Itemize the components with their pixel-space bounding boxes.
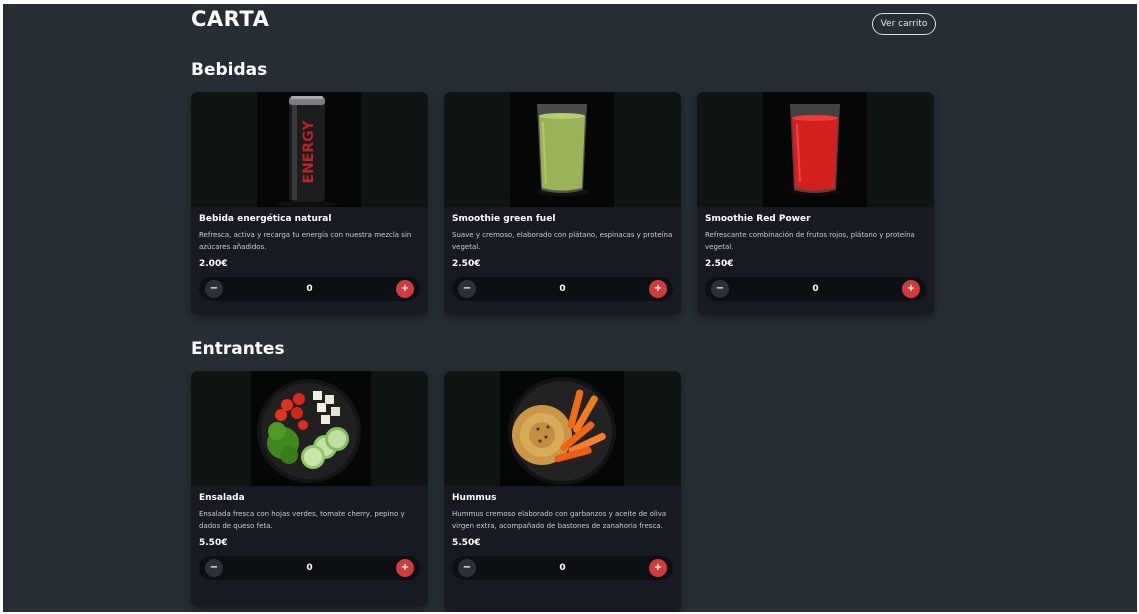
increase-quantity-button[interactable]: + [648,280,667,298]
product-price: 5.50€ [199,538,228,548]
view-cart-button[interactable]: Ver carrito [872,13,936,35]
product-card: ENERGY Bebida energética natural Refresc… [191,92,428,315]
quantity-stepper: − 0 + [199,556,420,580]
product-name: Bebida energética natural [199,214,332,224]
product-price: 5.50€ [452,538,481,548]
product-card: Hummus Hummus cremoso elaborado con garb… [444,371,681,612]
quantity-stepper: − 0 + [705,277,926,301]
product-description: Refresca, activa y recarga tu energía co… [199,231,412,251]
quantity-value: 0 [306,284,313,294]
product-name: Hummus [452,493,497,503]
product-card: Smoothie Red Power Refrescante combinaci… [697,92,934,315]
product-description: Refrescante combinación de frutos rojos,… [705,231,915,251]
product-card: Ensalada Ensalada fresca con hojas verde… [191,371,428,607]
section-title-bebidas: Bebidas [191,60,268,80]
product-name: Ensalada [199,493,245,503]
salad-bowl-image [251,371,371,486]
product-description: Hummus cremoso elaborado con garbanzos y… [452,510,667,530]
energy-can-image: ENERGY [257,92,361,207]
product-image-frame [444,92,681,207]
product-description: Ensalada fresca con hojas verdes, tomate… [199,510,405,530]
increase-quantity-button[interactable]: + [648,559,667,577]
product-name: Smoothie Red Power [705,214,811,224]
increase-quantity-button[interactable]: + [395,559,414,577]
page-title: CARTA [191,7,270,31]
product-image-frame [191,371,428,486]
quantity-value: 0 [559,284,566,294]
increase-quantity-button[interactable]: + [901,280,920,298]
product-image-frame [444,371,681,486]
green-smoothie-image [510,92,614,207]
decrease-quantity-button[interactable]: − [711,280,729,298]
product-price: 2.50€ [705,259,734,269]
quantity-stepper: − 0 + [452,277,673,301]
quantity-value: 0 [306,563,313,573]
product-price: 2.00€ [199,259,228,269]
decrease-quantity-button[interactable]: − [458,280,476,298]
decrease-quantity-button[interactable]: − [205,280,223,298]
can-label: ENERGY [301,120,317,184]
section-title-entrantes: Entrantes [191,339,285,359]
increase-quantity-button[interactable]: + [395,280,414,298]
hummus-bowl-image [500,371,624,486]
quantity-stepper: − 0 + [199,277,420,301]
decrease-quantity-button[interactable]: − [205,559,223,577]
quantity-stepper: − 0 + [452,556,673,580]
product-image-frame [697,92,934,207]
product-card: Smoothie green fuel Suave y cremoso, ela… [444,92,681,315]
product-name: Smoothie green fuel [452,214,556,224]
product-description: Suave y cremoso, elaborado con plátano, … [452,231,673,251]
menu-page: CARTA Ver carrito Bebidas ENERGY Bebida … [3,4,1137,612]
quantity-value: 0 [559,563,566,573]
product-image-frame: ENERGY [191,92,428,207]
quantity-value: 0 [812,284,819,294]
product-price: 2.50€ [452,259,481,269]
decrease-quantity-button[interactable]: − [458,559,476,577]
red-smoothie-image [763,92,867,207]
